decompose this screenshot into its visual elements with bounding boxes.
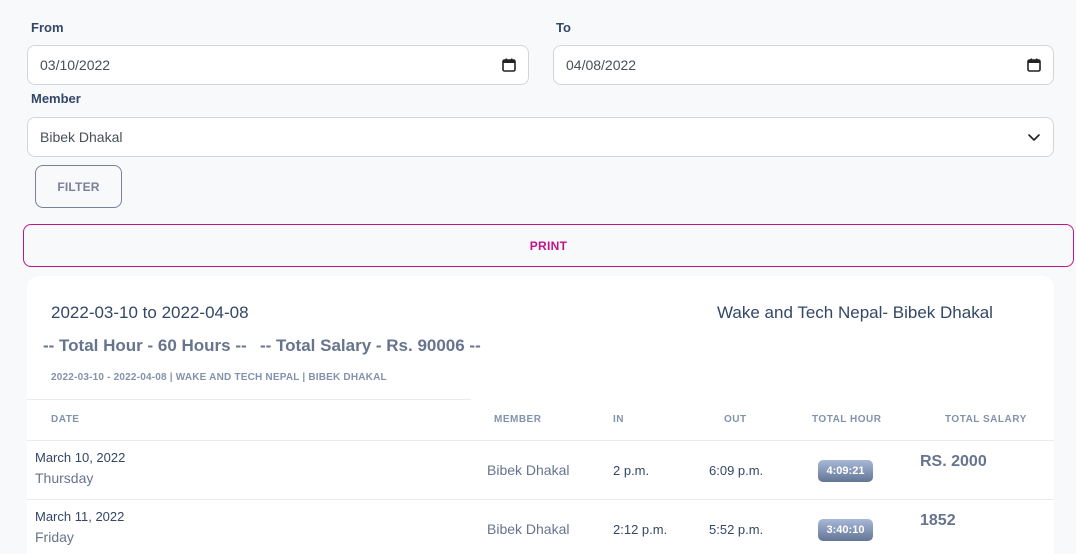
chevron-down-icon: [1027, 130, 1041, 144]
filter-button[interactable]: FILTER: [35, 165, 122, 208]
row-member: Bibek Dhakal: [487, 462, 570, 478]
report-subline: 2022-03-10 - 2022-04-08 | WAKE AND TECH …: [51, 372, 387, 383]
from-date-value: 03/10/2022: [40, 57, 111, 73]
row-date: March 11, 2022: [35, 509, 125, 524]
from-label: From: [31, 20, 64, 35]
member-select-value: Bibek Dhakal: [40, 129, 123, 145]
row-out-time: 5:52 p.m.: [709, 522, 764, 537]
total-salary: -- Total Salary - Rs. 90006 --: [260, 336, 481, 355]
row-salary: RS. 2000: [920, 453, 987, 470]
total-hour-badge: 4:09:21: [818, 460, 873, 482]
member-label: Member: [31, 91, 81, 106]
report-company-title: Wake and Tech Nepal- Bibek Dhakal: [717, 303, 993, 322]
total-hour: -- Total Hour - 60 Hours --: [43, 336, 247, 355]
row-salary: 1852: [920, 512, 956, 529]
report-range-title: 2022-03-10 to 2022-04-08: [51, 303, 249, 322]
header-divider: [27, 440, 1054, 441]
row-in-time: 2:12 p.m.: [613, 522, 668, 537]
print-button[interactable]: PRINT: [23, 224, 1074, 267]
to-label: To: [556, 20, 571, 35]
column-header-total-salary: TOTAL SALARY: [945, 414, 1027, 425]
row-day: Friday: [35, 529, 74, 545]
to-date-value: 04/08/2022: [566, 57, 637, 73]
member-select[interactable]: Bibek Dhakal: [27, 117, 1054, 157]
from-date-input[interactable]: 03/10/2022: [27, 45, 529, 85]
to-date-input[interactable]: 04/08/2022: [553, 45, 1054, 85]
column-header-in: IN: [613, 414, 624, 425]
column-header-member: MEMBER: [494, 414, 542, 425]
total-hour-badge: 3:40:10: [818, 519, 873, 541]
calendar-icon[interactable]: [502, 58, 516, 72]
row-divider: [27, 499, 1054, 500]
calendar-icon[interactable]: [1027, 58, 1041, 72]
column-header-total-hour: TOTAL HOUR: [812, 414, 882, 425]
divider: [27, 399, 471, 400]
row-member: Bibek Dhakal: [487, 521, 570, 537]
column-header-out: OUT: [724, 414, 747, 425]
row-in-time: 2 p.m.: [613, 463, 650, 478]
row-date: March 10, 2022: [35, 450, 126, 465]
row-out-time: 6:09 p.m.: [709, 463, 764, 478]
report-card: 2022-03-10 to 2022-04-08 Wake and Tech N…: [27, 276, 1054, 554]
row-day: Thursday: [35, 470, 94, 486]
column-header-date: DATE: [51, 414, 80, 425]
